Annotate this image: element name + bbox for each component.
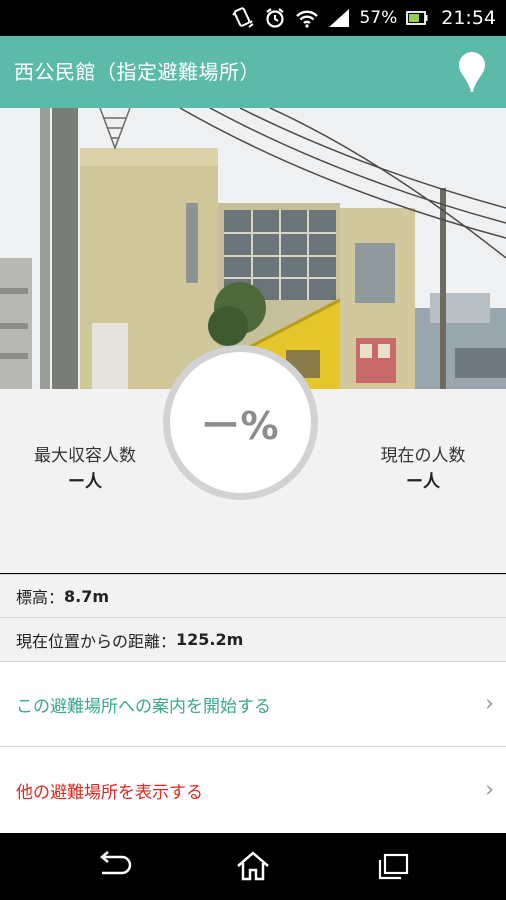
app-bar: 西公民館（指定避難場所） [0, 36, 506, 108]
distance-label: 現在位置からの距離： [16, 631, 177, 651]
occupancy-gauge: ー% [163, 345, 318, 500]
clock: 21:54 [441, 7, 496, 29]
home-icon [237, 851, 269, 881]
current-count-value: ー人 [406, 472, 440, 492]
vibrate-icon [232, 7, 255, 28]
status-bar: 57% 21:54 [0, 0, 506, 36]
elevation-label: 標高： [16, 588, 65, 607]
home-button[interactable] [223, 843, 283, 889]
recent-apps-icon [378, 853, 409, 880]
battery-icon [406, 11, 428, 25]
distance-value: 125.2m [176, 630, 244, 649]
map-pin-icon[interactable] [456, 50, 488, 94]
elevation-row: 標高： 8.7m [0, 574, 506, 617]
current-count-label: 現在の人数 [380, 446, 466, 466]
elevation-value: 8.7m [64, 586, 110, 606]
back-button[interactable] [84, 843, 144, 889]
battery-percent: 57% [359, 8, 398, 28]
chevron-right-icon: › [485, 777, 494, 803]
show-other-shelters-label: 他の避難場所を表示する [16, 782, 203, 803]
distance-row: 現在位置からの距離： 125.2m [0, 617, 506, 661]
occupancy-percent: ー% [201, 404, 280, 448]
start-guidance-label: この避難場所への案内を開始する [16, 696, 271, 717]
status-icons: 57% 21:54 [231, 0, 496, 36]
start-guidance-button[interactable]: この避難場所への案内を開始する › [0, 661, 506, 746]
show-other-shelters-button[interactable]: 他の避難場所を表示する › [0, 746, 506, 833]
alarm-icon [266, 8, 285, 28]
back-icon [100, 851, 132, 875]
signal-icon [329, 9, 350, 27]
chevron-right-icon: › [485, 691, 494, 717]
wifi-icon [296, 10, 319, 28]
navigation-bar [0, 833, 506, 900]
max-capacity-value: ー人 [68, 472, 102, 492]
recent-apps-button[interactable] [363, 843, 423, 889]
max-capacity-label: 最大収容人数 [34, 446, 136, 466]
page-title: 西公民館（指定避難場所） [14, 60, 260, 84]
